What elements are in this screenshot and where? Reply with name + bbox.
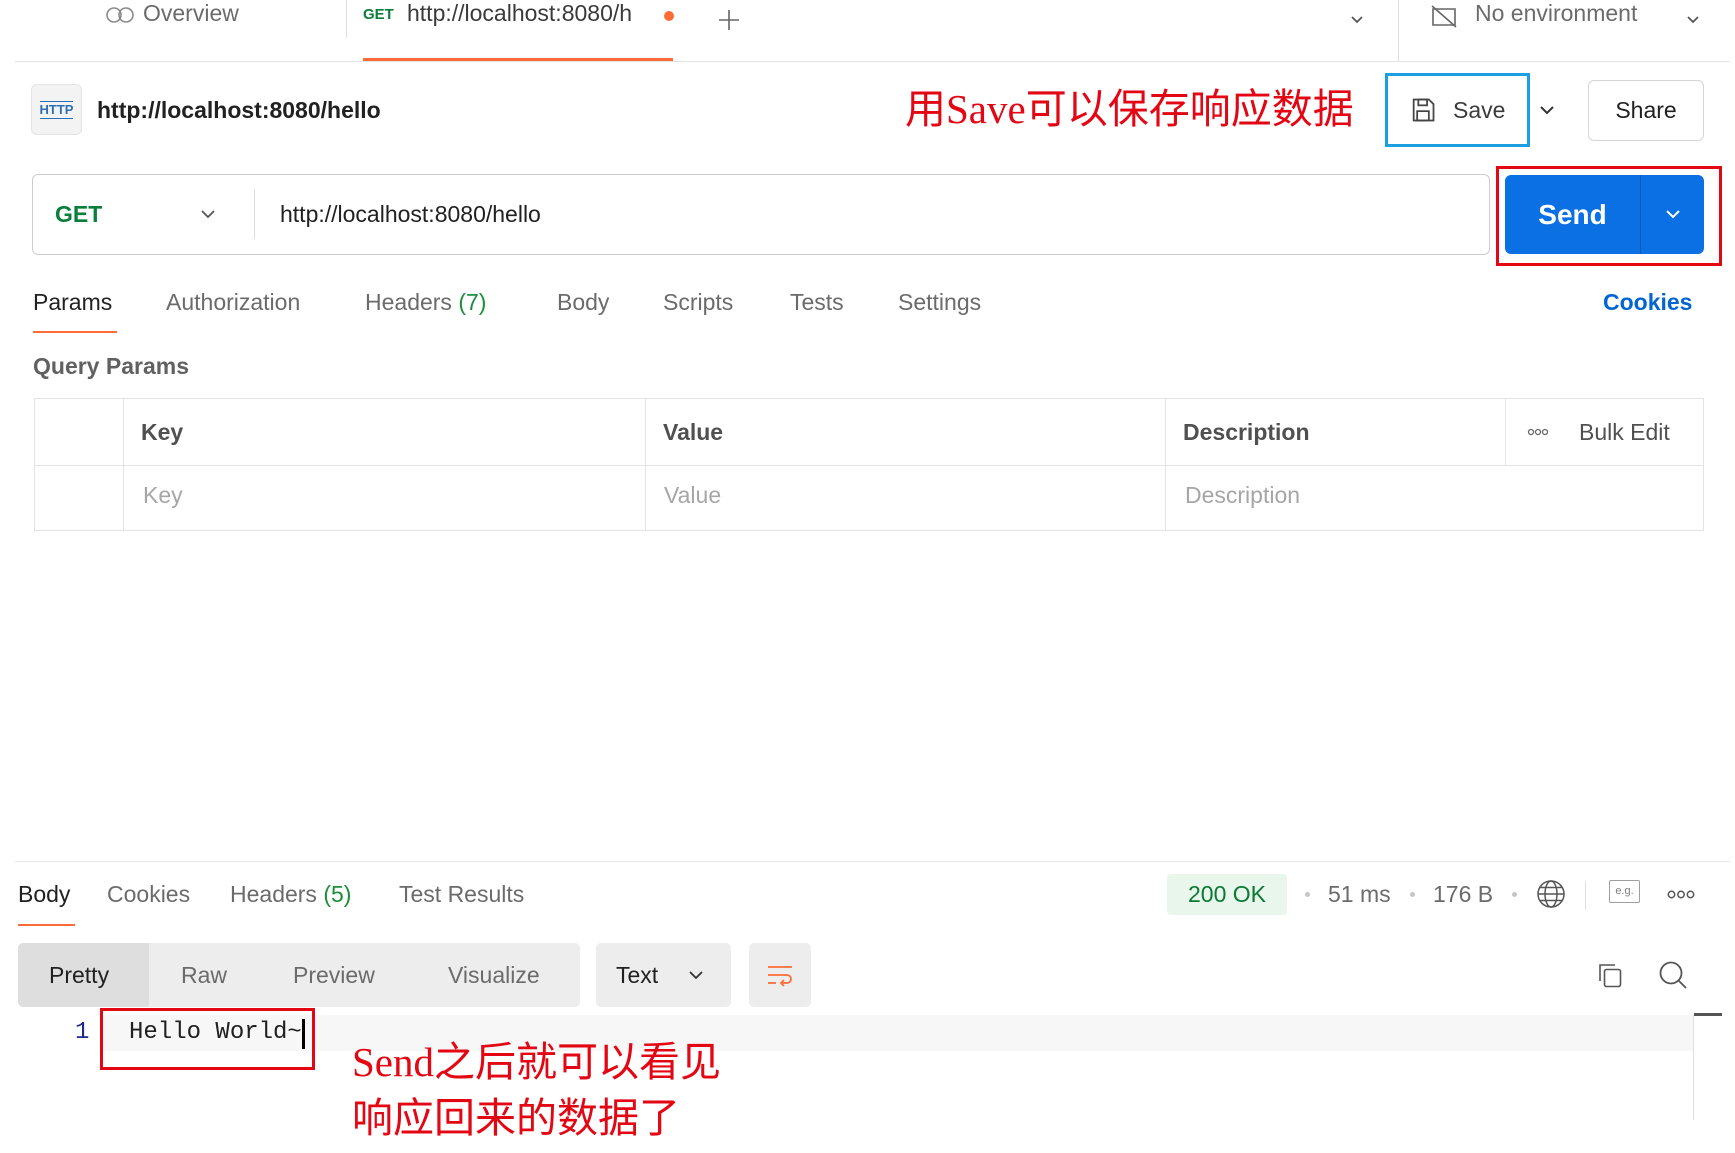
tab-tests[interactable]: Tests (790, 287, 844, 317)
tab-params[interactable]: Params (33, 287, 112, 317)
top-bar-border (15, 61, 1730, 62)
save-icon (1409, 96, 1437, 124)
tab-headers[interactable]: Headers (7) (365, 287, 486, 317)
response-tab-headers-label: Headers (230, 881, 317, 907)
param-description-input[interactable] (1185, 480, 1685, 510)
body-tab-underline (18, 924, 75, 926)
param-key-input[interactable] (143, 480, 623, 510)
send-highlight-box (1496, 166, 1722, 266)
tabs-dropdown-chevron-down-icon[interactable] (1347, 10, 1367, 30)
save-options-chevron-down-icon[interactable] (1537, 100, 1557, 120)
table-col-divider (645, 398, 646, 531)
cookies-link[interactable]: Cookies (1603, 287, 1692, 317)
tab-divider (346, 0, 347, 38)
send-annotation-line2: 响应回来的数据了 (352, 1095, 680, 1141)
separator-dot (1410, 892, 1415, 897)
response-tab-cookies[interactable]: Cookies (107, 879, 190, 909)
response-highlight-box (100, 1008, 315, 1070)
table-col-divider (1165, 398, 1166, 531)
method-chevron-down-icon[interactable] (198, 204, 218, 224)
method-divider (254, 189, 255, 239)
response-time[interactable]: 51 ms (1328, 879, 1391, 909)
bulk-edit-button[interactable]: Bulk Edit (1579, 417, 1670, 447)
code-current-line (100, 1015, 1693, 1051)
code-scrollbar-thumb[interactable] (1694, 1013, 1722, 1016)
environment-chevron-down-icon[interactable] (1683, 10, 1703, 30)
globe-icon[interactable] (1535, 878, 1567, 910)
response-more-icon[interactable] (1667, 889, 1695, 900)
copy-icon[interactable] (1595, 960, 1625, 990)
postman-window: Overview GET http://localhost:8080/h No … (0, 0, 1735, 1153)
example-icon[interactable]: e.g. (1609, 880, 1640, 903)
no-environment-icon (1430, 4, 1458, 28)
line-number: 1 (75, 1019, 90, 1046)
code-scrollbar-track[interactable] (1693, 1015, 1694, 1120)
format-chevron-down-icon[interactable] (686, 965, 706, 985)
save-label: Save (1453, 97, 1506, 123)
view-mode-raw[interactable]: Raw (181, 960, 227, 990)
response-tab-test-results[interactable]: Test Results (399, 879, 524, 909)
toolbar-divider (1585, 881, 1586, 910)
save-button[interactable]: Save (1385, 73, 1530, 147)
search-icon[interactable] (1657, 959, 1689, 991)
column-header-key: Key (141, 419, 184, 445)
params-tab-underline (33, 331, 117, 333)
response-tab-headers-count: (5) (323, 881, 352, 907)
query-params-title: Query Params (33, 353, 189, 379)
environment-divider (1398, 0, 1399, 61)
method-select[interactable]: GET (55, 199, 102, 229)
view-mode-visualize[interactable]: Visualize (448, 960, 540, 990)
response-tab-body[interactable]: Body (18, 879, 70, 909)
add-tab-icon[interactable] (717, 8, 741, 32)
tab-overview[interactable]: Overview (143, 0, 239, 28)
tab-body[interactable]: Body (557, 287, 609, 317)
view-mode-preview[interactable]: Preview (293, 960, 375, 990)
more-icon[interactable] (1527, 427, 1549, 437)
tab-settings[interactable]: Settings (898, 287, 981, 317)
tab-headers-label: Headers (365, 289, 452, 315)
http-icon-label: HTTP (39, 100, 74, 119)
response-divider[interactable] (15, 861, 1730, 862)
overview-icon (104, 5, 136, 25)
view-mode-pretty[interactable]: Pretty (49, 960, 109, 990)
status-badge[interactable]: 200 OK (1167, 874, 1287, 915)
tab-headers-count: (7) (458, 289, 487, 315)
separator-dot (1305, 892, 1310, 897)
unsaved-dot (664, 11, 674, 21)
response-size[interactable]: 176 B (1433, 879, 1493, 909)
format-dropdown-label[interactable]: Text (616, 960, 658, 990)
separator-dot (1512, 892, 1517, 897)
wrap-lines-icon[interactable] (766, 963, 794, 987)
tab-authorization[interactable]: Authorization (166, 287, 300, 317)
send-annotation-line1: Send之后就可以看见 (352, 1039, 721, 1085)
table-col-divider (123, 398, 124, 531)
url-input[interactable]: http://localhost:8080/hello (280, 199, 1470, 229)
share-button[interactable]: Share (1588, 80, 1704, 141)
column-header-description: Description (1183, 419, 1310, 445)
request-title[interactable]: http://localhost:8080/hello (97, 95, 381, 125)
tab-scripts[interactable]: Scripts (663, 287, 733, 317)
http-icon: HTTP (31, 84, 82, 135)
table-col-divider (1505, 398, 1506, 465)
tab-method-badge: GET (363, 6, 394, 23)
save-annotation: 用Save可以保存响应数据 (905, 86, 1354, 132)
column-header-value: Value (663, 419, 724, 445)
param-value-input[interactable] (664, 480, 1144, 510)
tab-request-title[interactable]: http://localhost:8080/h (407, 0, 659, 28)
environment-selector[interactable]: No environment (1475, 0, 1637, 28)
response-tab-headers[interactable]: Headers (5) (230, 879, 351, 909)
table-row-divider (34, 465, 1704, 466)
